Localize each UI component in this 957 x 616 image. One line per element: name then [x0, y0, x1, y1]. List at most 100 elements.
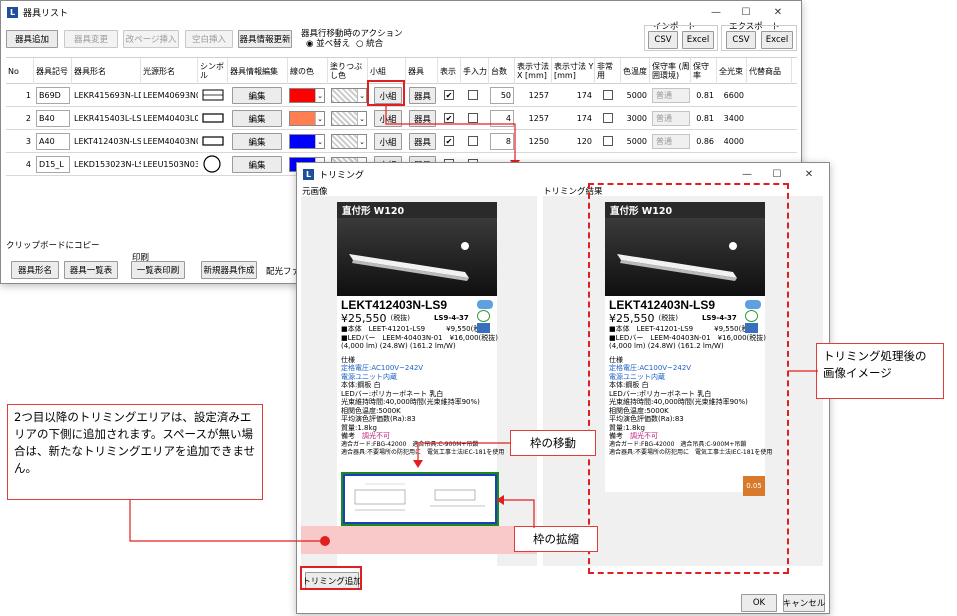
size-y-cell[interactable]: 120 [552, 130, 595, 153]
clipboard-label: クリップボードにコピー [6, 241, 100, 251]
insert-page-break-button[interactable]: 改ページ挿入 [123, 30, 179, 48]
column-header[interactable]: 色温度 [621, 58, 650, 84]
column-header[interactable]: 器具 [406, 58, 438, 84]
change-fixture-button[interactable]: 器具変更 [64, 30, 118, 48]
column-header[interactable]: 表示寸法 Y [mm] [552, 58, 595, 84]
maintenance-env-select[interactable]: 普通 [652, 88, 690, 103]
column-header[interactable]: 器具形名 [72, 58, 141, 84]
edit-info-button[interactable]: 編集 [232, 87, 282, 104]
fixture-symbol-icon [202, 135, 224, 150]
minimize-icon[interactable]: — [701, 1, 731, 23]
model-cell[interactable]: LEKR415403L-LS9 [72, 107, 141, 130]
maintenance-rate-cell[interactable]: 0.81 [691, 84, 717, 107]
column-header[interactable]: 表示寸法 X [mm] [515, 58, 552, 84]
column-header[interactable]: No [6, 58, 34, 84]
lamp-cell[interactable]: LEEM40403N01 [141, 130, 198, 153]
total-lumen-cell[interactable]: 6600 [717, 84, 747, 107]
export-excel-button[interactable]: Excel [761, 31, 793, 49]
add-fixture-button[interactable]: 器具追加 [6, 30, 58, 48]
close-icon[interactable]: ✕ [794, 163, 824, 185]
line-color-select[interactable]: ⌄ [289, 88, 325, 103]
emergency-checkbox[interactable] [603, 113, 613, 123]
maintenance-env-select[interactable]: 普通 [652, 134, 690, 149]
product-band: 直付形 W120 [337, 202, 497, 218]
symbol-code-input[interactable]: D15_L [36, 156, 70, 173]
ok-button[interactable]: OK [741, 594, 777, 612]
edit-info-button[interactable]: 編集 [232, 133, 282, 150]
fill-color-select[interactable]: ⌄ [331, 111, 367, 126]
model-cell[interactable]: LEKR415693N-LD9 [72, 84, 141, 107]
add-trim-highlight [300, 566, 362, 590]
fill-color-select[interactable]: ⌄ [331, 134, 367, 149]
update-info-button[interactable]: 器具情報更新 [238, 30, 292, 48]
column-header[interactable]: 代替商品 [747, 58, 792, 84]
manual-input-checkbox[interactable] [468, 90, 478, 100]
minimize-icon[interactable]: — [732, 163, 762, 185]
column-header[interactable]: 全光束 [717, 58, 747, 84]
size-y-cell[interactable]: 174 [552, 107, 595, 130]
quantity-input[interactable]: 50 [490, 87, 514, 104]
trim-frame[interactable] [341, 472, 499, 526]
maintenance-rate-cell[interactable]: 0.81 [691, 107, 717, 130]
column-header[interactable]: 器具記号 [34, 58, 72, 84]
maintenance-rate-cell[interactable]: 0.86 [691, 130, 717, 153]
import-csv-button[interactable]: CSV [648, 31, 678, 49]
insert-blank-button[interactable]: 空白挿入 [185, 30, 233, 48]
lamp-cell[interactable]: LEEU1503N03 [141, 153, 198, 176]
line-color-select[interactable]: ⌄ [289, 134, 325, 149]
app-icon: L [7, 6, 18, 18]
column-header[interactable]: 塗りつぶし色 [328, 58, 368, 84]
app-icon: L [303, 168, 314, 180]
color-temp-cell[interactable]: 3000 [621, 107, 650, 130]
column-header[interactable]: 手入力 [461, 58, 489, 84]
column-header[interactable]: 表示 [438, 58, 461, 84]
symbol-code-input[interactable]: A40 [36, 133, 70, 150]
spec-voltage: 電源ユニット内蔵 [341, 372, 397, 381]
column-header[interactable]: 光源形名 [141, 58, 198, 84]
pink-blocked-area [301, 526, 537, 554]
total-lumen-cell[interactable]: 4000 [717, 130, 747, 153]
column-header[interactable]: 保守率 (周囲環境) [650, 58, 691, 84]
total-lumen-cell[interactable]: 3400 [717, 107, 747, 130]
cert-badges-icon [477, 300, 493, 334]
column-header[interactable]: 非常用 [595, 58, 621, 84]
fixture-symbol-icon [202, 112, 224, 127]
maximize-icon[interactable]: ☐ [762, 163, 792, 185]
import-excel-button[interactable]: Excel [682, 31, 714, 49]
fixture-button[interactable]: 器具 [409, 87, 436, 104]
edit-info-button[interactable]: 編集 [232, 110, 282, 127]
lamp-cell[interactable]: LEEM40403L01 [141, 107, 198, 130]
new-fixture-button[interactable]: 新規器具作成 [201, 261, 257, 279]
note-value: 調光不可 [362, 432, 390, 440]
model-cell[interactable]: LEKT412403N-LS9 [72, 130, 141, 153]
copy-model-button[interactable]: 器具形名 [11, 261, 59, 279]
radio-merge[interactable]: ○ 統合 [356, 37, 383, 49]
column-header[interactable]: 線の色 [288, 58, 328, 84]
callout-result: トリミング処理後の画像イメージ [816, 343, 944, 399]
export-csv-button[interactable]: CSV [726, 31, 756, 49]
line-color-select[interactable]: ⌄ [289, 111, 325, 126]
lamp-cell[interactable]: LEEM40693N01 [141, 84, 198, 107]
symbol-code-input[interactable]: B40 [36, 110, 70, 127]
note-label: 備考 [341, 432, 355, 440]
emergency-checkbox[interactable] [603, 136, 613, 146]
column-header[interactable]: 台数 [489, 58, 515, 84]
cancel-button[interactable]: キャンセル [783, 594, 825, 612]
copy-list-button[interactable]: 器具一覧表 [64, 261, 118, 279]
print-list-button[interactable]: 一覧表印刷 [131, 261, 185, 279]
fill-color-select[interactable]: ⌄ [331, 88, 367, 103]
edit-info-button[interactable]: 編集 [232, 156, 282, 173]
trim-frame-inner[interactable] [343, 474, 497, 524]
column-header[interactable]: 保守率 [691, 58, 717, 84]
color-temp-cell[interactable]: 5000 [621, 84, 650, 107]
emergency-checkbox[interactable] [603, 90, 613, 100]
show-checkbox[interactable]: ✔ [444, 90, 454, 100]
symbol-code-input[interactable]: B69D [36, 87, 70, 104]
color-temp-cell[interactable]: 5000 [621, 130, 650, 153]
model-cell[interactable]: LEKD153023N-LS9 [72, 153, 141, 176]
radio-sort[interactable]: ◉ 並べ替え [306, 37, 350, 49]
size-y-cell[interactable]: 174 [552, 84, 595, 107]
column-header[interactable]: 器具情報編集 [228, 58, 288, 84]
column-header[interactable]: シンボル [198, 58, 228, 84]
maintenance-env-select[interactable]: 普通 [652, 111, 690, 126]
